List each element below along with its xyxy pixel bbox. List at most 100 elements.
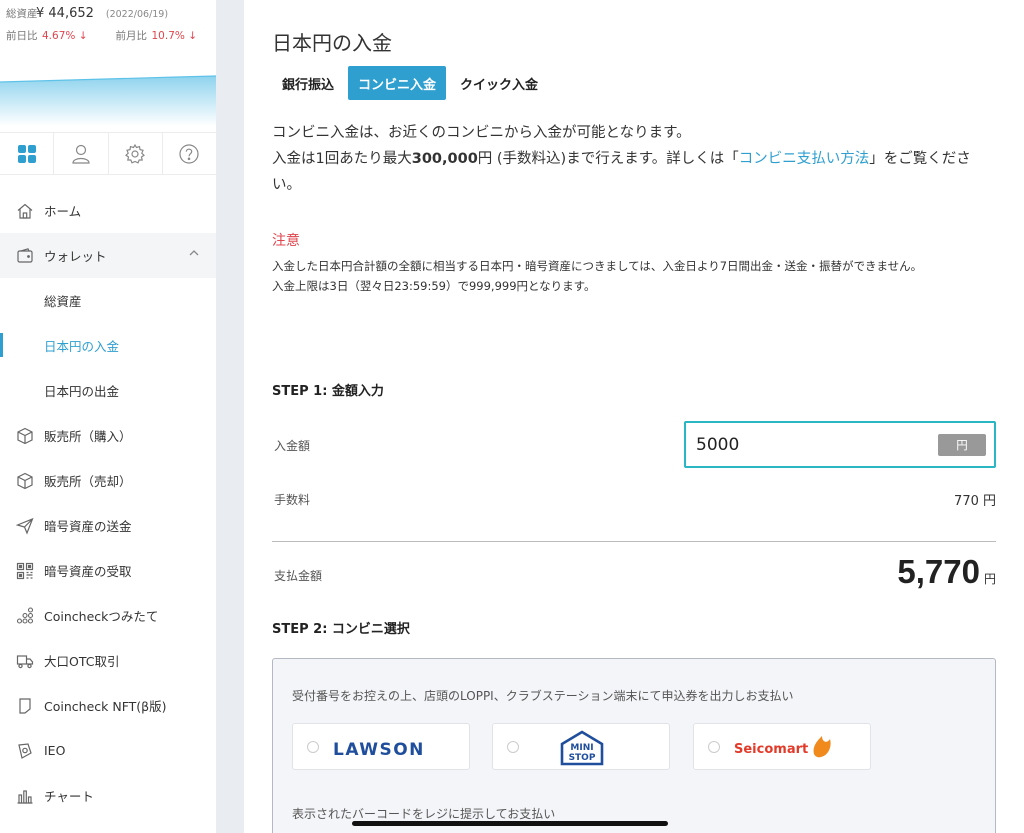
sidebar-item-label: 販売所（売却）: [44, 474, 132, 489]
sidebar-item-label: Coincheckつみたて: [44, 609, 159, 624]
tab-account[interactable]: [54, 133, 109, 174]
store-selection-panel: 受付番号をお控えの上、店頭のLOPPI、クラブステーション端末にて申込券を出力し…: [272, 658, 996, 833]
sidebar-item-label: ウォレット: [44, 249, 107, 264]
tab-convenience-store[interactable]: コンビニ入金: [348, 66, 447, 100]
svg-text:MINI: MINI: [570, 743, 593, 753]
home-indicator: [352, 821, 668, 826]
intro-line-1: コンビニ入金は、お近くのコンビニから入金が可能となります。: [272, 125, 691, 141]
tab-menu[interactable]: [0, 133, 55, 174]
sidebar-item-wallet[interactable]: ウォレット: [0, 233, 216, 278]
fee-label: 手数料: [274, 493, 311, 507]
total-amount: 5,770 円: [897, 553, 996, 591]
card-icon: [19, 697, 31, 714]
day-change-label: 前日比: [6, 30, 38, 42]
chevron-up-icon[interactable]: [188, 247, 200, 259]
svg-text:Seicomart: Seicomart: [734, 742, 808, 757]
send-icon: [16, 517, 34, 535]
sidebar-item-nft[interactable]: Coincheck NFT(β版): [0, 683, 216, 728]
sidebar-item-label: ホーム: [44, 204, 82, 219]
total-label: 支払金額: [274, 569, 323, 583]
caution-line-2: 入金上限は3日（翌々日23:59:59）で999,999円となります。: [272, 279, 596, 293]
amount-field: 円: [684, 421, 996, 468]
asset-trend-graphic: [0, 75, 216, 126]
sidebar-item-label: 日本円の出金: [44, 384, 120, 399]
panel-instruction-2: 表示されたバーコードをレジに提示してお支払い: [292, 807, 556, 821]
grid-icon: [17, 144, 36, 163]
store-option-lawson[interactable]: LAWSON: [292, 723, 470, 770]
intro-text: コンビニ入金は、お近くのコンビニから入金が可能となります。 入金は1回あたり最大…: [272, 120, 992, 198]
tab-help[interactable]: [163, 133, 216, 174]
divider: [272, 541, 996, 542]
coins-icon: [16, 606, 34, 624]
cube-icon: [17, 472, 33, 489]
lawson-logo: LAWSON: [333, 740, 425, 760]
sidebar-item-label: 大口OTC取引: [44, 654, 120, 669]
sidebar-item-chart[interactable]: チャート: [0, 773, 216, 818]
stamp-icon: [18, 742, 32, 759]
asset-summary: 総資産 ¥ 44,652 (2022/06/19) 前日比 4.67% ↓ 前月…: [0, 0, 216, 72]
intro-line-2: 入金は1回あたり最大300,000円 (手数料込)まで行えます。詳しくは「コンビ…: [272, 151, 971, 193]
sidebar-item-home[interactable]: ホーム: [0, 188, 216, 233]
panel-instruction: 受付番号をお控えの上、店頭のLOPPI、クラブステーション端末にて申込券を出力し…: [292, 689, 794, 703]
page-title: 日本円の入金: [272, 31, 392, 55]
sidebar: 総資産 ¥ 44,652 (2022/06/19) 前日比 4.67% ↓ 前月…: [0, 0, 216, 833]
total-amount-unit: 円: [983, 572, 996, 586]
sidebar-item-label: 総資産: [44, 294, 82, 309]
ministop-logo: MINI STOP: [560, 730, 604, 766]
sidebar-item-receive[interactable]: 暗号資産の受取: [0, 548, 216, 593]
sidebar-item-label: 日本円の入金: [44, 339, 120, 354]
convenience-payment-link[interactable]: コンビニ支払い方法: [739, 151, 870, 167]
svg-text:LAWSON: LAWSON: [333, 740, 425, 760]
month-change-value: 10.7% ↓: [151, 30, 198, 42]
seicomart-logo: Seicomart: [734, 736, 831, 758]
sidebar-subitem-jpy-withdraw[interactable]: 日本円の出金: [0, 368, 216, 413]
sidebar-icon-tabs: [0, 132, 216, 175]
svg-text:STOP: STOP: [569, 753, 596, 763]
qr-code-icon: [16, 562, 34, 579]
sidebar-item-buy[interactable]: 販売所（購入）: [0, 413, 216, 458]
amount-label: 入金額: [274, 439, 311, 453]
step2-heading: STEP 2: コンビニ選択: [272, 622, 410, 637]
yen-unit-tag: 円: [938, 434, 986, 456]
step1-heading: STEP 1: 金額入力: [272, 384, 384, 399]
sidebar-item-label: 販売所（購入）: [44, 429, 132, 444]
total-amount-value: 5,770: [897, 553, 980, 590]
sidebar-item-sell[interactable]: 販売所（売却）: [0, 458, 216, 503]
store-option-seicomart[interactable]: Seicomart: [693, 723, 871, 770]
sidebar-item-otc[interactable]: 大口OTC取引: [0, 638, 216, 683]
fee-value: 770 円: [954, 494, 996, 509]
cube-icon: [17, 427, 33, 444]
total-assets-label: 総資産: [6, 8, 38, 20]
sidebar-item-ieo[interactable]: IEO: [0, 728, 216, 773]
tab-settings[interactable]: [109, 133, 163, 174]
truck-icon: [16, 654, 34, 668]
caution-line-1: 入金した日本円合計額の全額に相当する日本円・暗号資産につきましては、入金日より7…: [272, 259, 923, 273]
tab-quick-deposit[interactable]: クイック入金: [450, 66, 548, 100]
sidebar-item-tsumitate[interactable]: Coincheckつみたて: [0, 593, 216, 638]
max-amount: 300,000: [411, 151, 478, 167]
wallet-icon: [17, 247, 33, 263]
help-icon: [179, 143, 199, 164]
sidebar-item-label: 暗号資産の送金: [44, 519, 132, 534]
sidebar-subitem-jpy-deposit[interactable]: 日本円の入金: [0, 323, 216, 368]
sidebar-item-label: 暗号資産の受取: [44, 564, 132, 579]
amount-input[interactable]: [696, 434, 916, 455]
sidebar-item-label: Coincheck NFT(β版): [44, 699, 167, 714]
sidebar-item-label: IEO: [44, 743, 66, 758]
sidebar-subitem-total-assets[interactable]: 総資産: [0, 278, 216, 323]
main-content: 日本円の入金 銀行振込 コンビニ入金 クイック入金 コンビニ入金は、お近くのコン…: [244, 0, 1024, 833]
deposit-method-tabs: 銀行振込 コンビニ入金 クイック入金: [272, 66, 552, 100]
bar-chart-icon: [17, 789, 33, 804]
asset-date: (2022/06/19): [105, 9, 169, 20]
sidebar-nav: ホーム ウォレット 総資産 日本円の入金 日本円の出金 販売所（購入） 販売所（…: [0, 188, 216, 818]
store-option-ministop[interactable]: MINI STOP: [492, 723, 670, 770]
caution-title: 注意: [272, 233, 300, 249]
day-change-value: 4.67% ↓: [42, 30, 88, 42]
sidebar-item-label: チャート: [44, 789, 94, 804]
home-icon: [17, 203, 33, 219]
gear-icon: [125, 143, 146, 164]
month-change-label: 前月比: [115, 30, 148, 42]
caution-text: 入金した日本円合計額の全額に相当する日本円・暗号資産につきましては、入金日より7…: [272, 256, 1000, 296]
sidebar-item-send[interactable]: 暗号資産の送金: [0, 503, 216, 548]
tab-bank-transfer[interactable]: 銀行振込: [272, 66, 344, 100]
